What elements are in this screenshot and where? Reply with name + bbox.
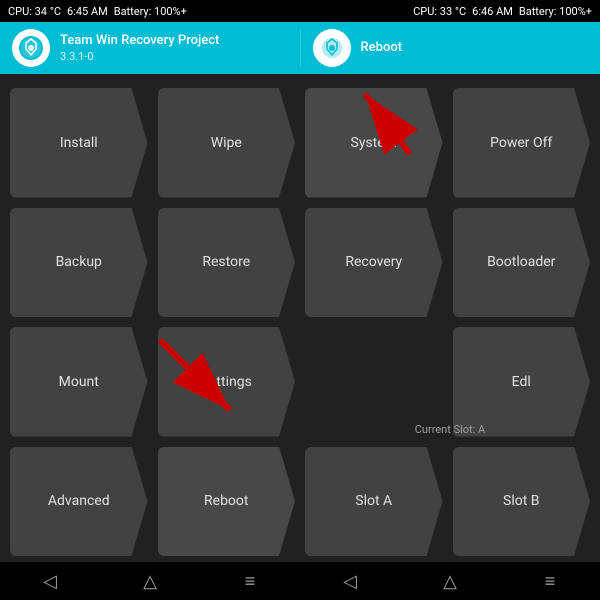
main-grid: Install Wipe System Power Off Backup Res… <box>0 74 600 562</box>
header-title-block: Team Win Recovery Project 3.3.1-0 <box>60 33 219 63</box>
reboot-logo-svg <box>319 35 345 61</box>
bootloader-button[interactable]: Bootloader <box>453 208 591 318</box>
cpu-temp-right: CPU: 33 °C <box>413 5 466 18</box>
header: Team Win Recovery Project 3.3.1-0 Reboot <box>0 22 600 74</box>
settings-button[interactable]: Settings <box>158 327 296 437</box>
header-subtitle: 3.3.1-0 <box>60 50 219 63</box>
power-off-button[interactable]: Power Off <box>453 88 591 198</box>
restore-button[interactable]: Restore <box>158 208 296 318</box>
battery-left: Battery: 100%+ <box>114 5 187 18</box>
nav-back-left[interactable]: ◁ <box>30 562 70 600</box>
nav-home-left[interactable]: △ <box>130 562 170 600</box>
slot-a-button[interactable]: Slot A <box>305 447 443 557</box>
header-title: Team Win Recovery Project <box>60 33 219 50</box>
nav-back-right[interactable]: ◁ <box>330 562 370 600</box>
wipe-button[interactable]: Wipe <box>158 88 296 198</box>
recovery-button[interactable]: Recovery <box>305 208 443 318</box>
nav-menu-left[interactable]: ≡ <box>230 562 270 600</box>
edl-button[interactable]: Edl <box>453 327 591 437</box>
cpu-temp-left: CPU: 34 °C <box>8 5 61 18</box>
advanced-button[interactable]: Advanced <box>10 447 148 557</box>
system-button[interactable]: System <box>305 88 443 198</box>
reboot-button[interactable]: Reboot <box>158 447 296 557</box>
nav-menu-right[interactable]: ≡ <box>530 562 570 600</box>
battery-right: Battery: 100%+ <box>519 5 592 18</box>
empty-cell-1 <box>305 327 443 437</box>
slot-b-button[interactable]: Slot B <box>453 447 591 557</box>
status-bar: CPU: 34 °C 6:45 AM Battery: 100%+ CPU: 3… <box>0 0 600 22</box>
time-right: 6:46 AM <box>472 5 513 18</box>
header-left: Team Win Recovery Project 3.3.1-0 <box>0 29 300 67</box>
status-bar-right: CPU: 33 °C 6:46 AM Battery: 100%+ <box>300 5 600 18</box>
time-left: 6:45 AM <box>67 5 108 18</box>
nav-home-right[interactable]: △ <box>430 562 470 600</box>
install-button[interactable]: Install <box>10 88 148 198</box>
backup-button[interactable]: Backup <box>10 208 148 318</box>
header-reboot-title: Reboot <box>361 40 403 57</box>
header-right: Reboot <box>300 29 600 67</box>
twrp-logo-svg <box>18 35 44 61</box>
status-bar-left: CPU: 34 °C 6:45 AM Battery: 100%+ <box>0 5 300 18</box>
bottom-nav: ◁ △ ≡ ◁ △ ≡ <box>0 562 600 600</box>
reboot-logo <box>313 29 351 67</box>
mount-button[interactable]: Mount <box>10 327 148 437</box>
twrp-logo <box>12 29 50 67</box>
